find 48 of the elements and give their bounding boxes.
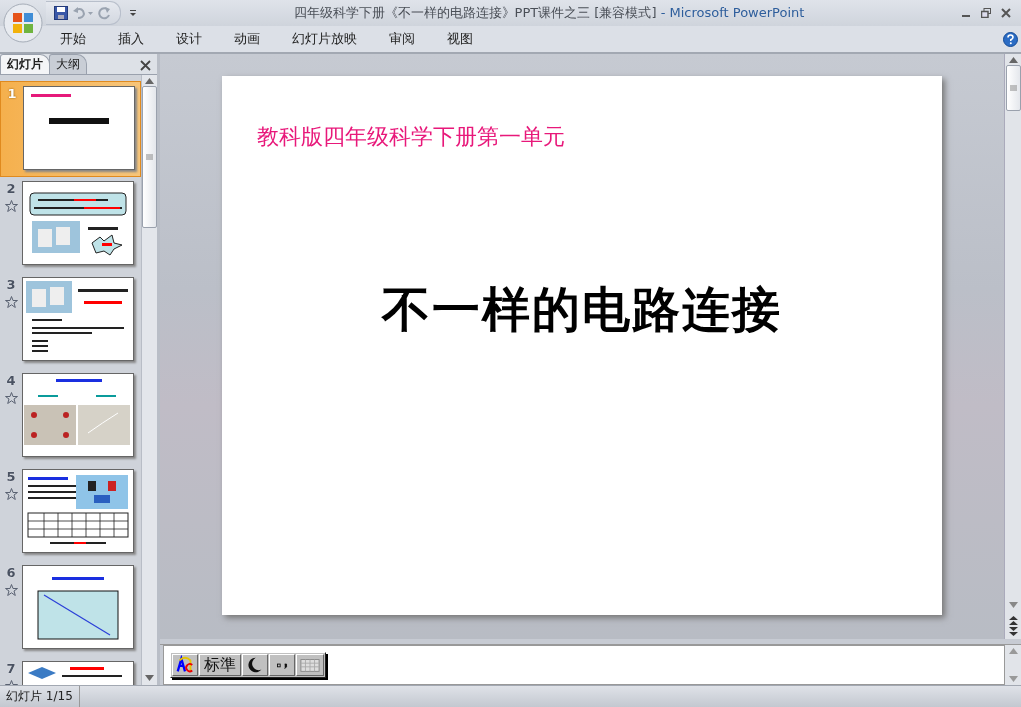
punctuation-icon[interactable] <box>269 654 295 677</box>
slide-thumbnail[interactable] <box>22 181 134 265</box>
ribbon-tab[interactable]: 设计 <box>166 27 212 51</box>
slide-number: 5 <box>6 469 16 484</box>
slide-thumbnail[interactable] <box>22 277 134 361</box>
scroll-down-arrow-icon[interactable] <box>145 675 154 681</box>
ribbon-tab[interactable]: 开始 <box>50 27 96 51</box>
slide-thumbnail[interactable] <box>23 86 135 170</box>
ribbon-tab[interactable]: 审阅 <box>379 27 425 51</box>
notes-pane[interactable]: 标準 <box>163 645 1005 685</box>
slide-thumbnail[interactable] <box>22 565 134 649</box>
help-icon[interactable] <box>1003 31 1018 47</box>
slide-title: 不一样的电路连接 <box>382 280 782 339</box>
slide-number: 3 <box>6 277 16 292</box>
scroll-down-arrow-icon[interactable] <box>1008 602 1018 609</box>
scrollbar-thumb[interactable] <box>1005 65 1021 111</box>
slide-number: 7 <box>6 661 16 676</box>
input-mode-button[interactable]: 标準 <box>199 654 241 677</box>
scroll-up-arrow-icon[interactable] <box>1008 57 1018 63</box>
moon-icon[interactable] <box>242 654 268 677</box>
ime-logo-icon[interactable] <box>172 654 198 677</box>
close-icon[interactable] <box>1001 8 1011 18</box>
ribbon-tab[interactable]: 视图 <box>437 27 483 51</box>
next-slide-icon[interactable] <box>1008 627 1018 637</box>
slide-subtitle: 教科版四年级科学下册第一单元 <box>257 123 565 151</box>
app-name: Microsoft PowerPoint <box>669 5 805 20</box>
slide-number: 4 <box>6 373 16 388</box>
scroll-up-arrow-icon[interactable] <box>145 78 154 84</box>
panel-tab[interactable]: 幻灯片 <box>0 54 50 74</box>
previous-slide-icon[interactable] <box>1008 616 1018 626</box>
slide-thumbnail[interactable] <box>22 469 134 553</box>
title-separator: - <box>660 5 666 20</box>
slide-number: 2 <box>6 181 16 196</box>
scrollbar-thumb[interactable] <box>142 86 157 228</box>
panel-tab[interactable]: 大纲 <box>49 54 87 74</box>
restore-icon[interactable] <box>981 8 991 18</box>
ribbon-tab[interactable]: 动画 <box>224 27 270 51</box>
slide-number: 1 <box>7 86 17 101</box>
save-icon[interactable] <box>54 6 68 20</box>
ribbon-tab[interactable]: 插入 <box>108 27 154 51</box>
close-icon[interactable] <box>140 60 151 71</box>
slide-counter: 幻灯片 1/15 <box>0 686 80 707</box>
slide-number: 6 <box>6 565 16 580</box>
keyboard-icon[interactable] <box>296 654 324 677</box>
ribbon-tab[interactable]: 幻灯片放映 <box>282 27 367 51</box>
slide-thumbnail[interactable] <box>22 373 134 457</box>
document-title: 四年级科学下册《不一样的电路连接》PPT课件之三 [兼容模式] <box>293 5 657 20</box>
customize-caret-icon[interactable] <box>129 9 137 17</box>
